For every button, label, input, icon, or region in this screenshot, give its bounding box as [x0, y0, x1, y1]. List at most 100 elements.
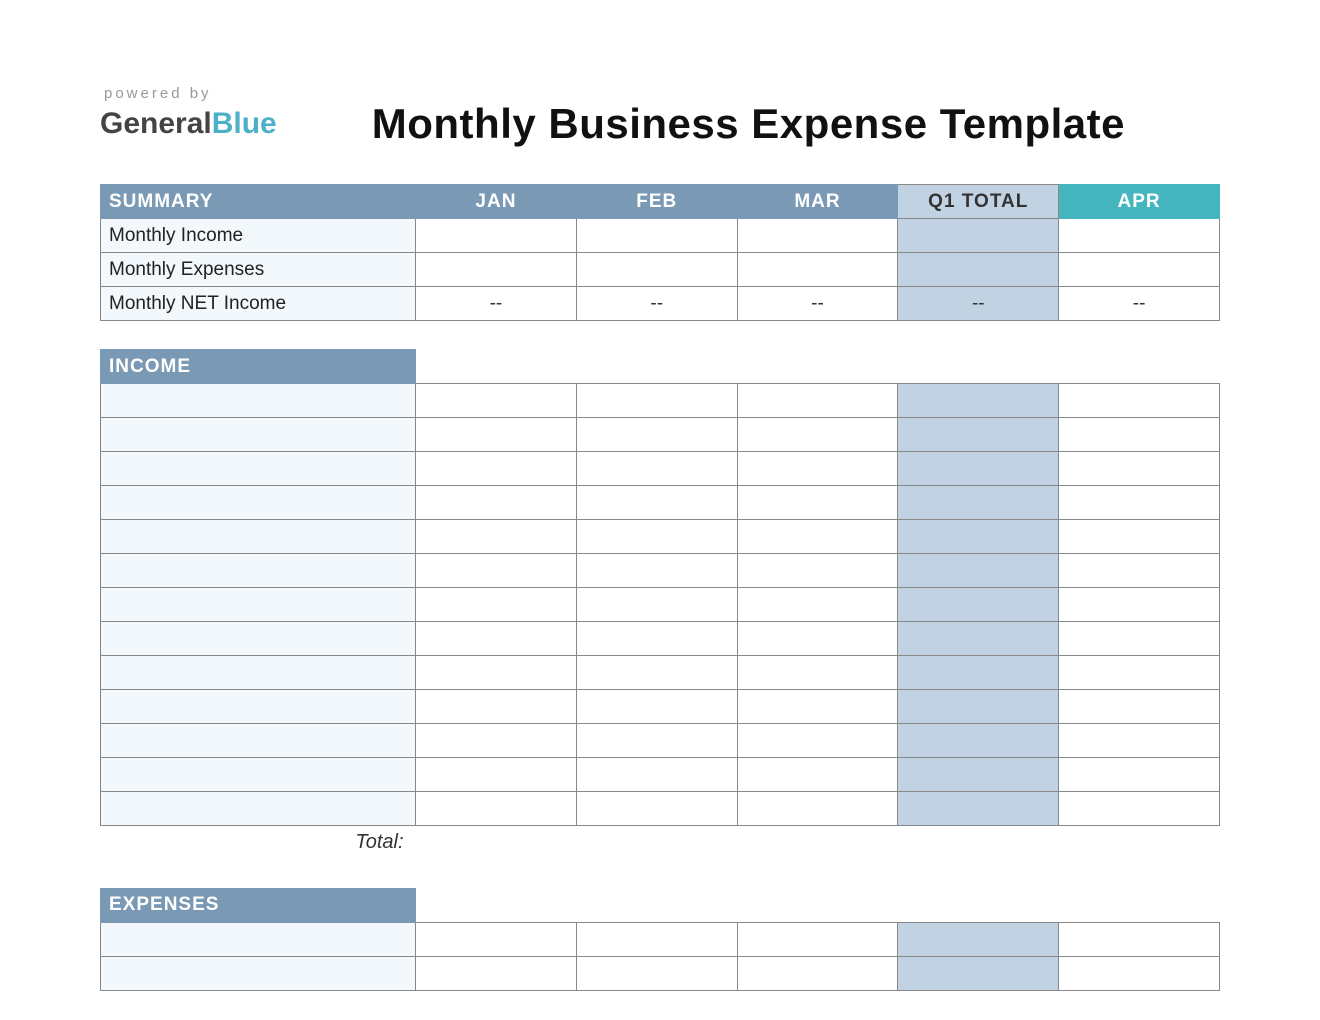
cell-apr[interactable]	[1059, 520, 1220, 554]
cell-jan[interactable]	[416, 554, 577, 588]
row-label[interactable]	[101, 486, 416, 520]
cell-feb[interactable]	[576, 690, 737, 724]
cell-jan[interactable]	[416, 956, 577, 990]
cell-feb[interactable]	[576, 956, 737, 990]
cell-feb[interactable]	[576, 622, 737, 656]
cell-apr[interactable]	[1059, 219, 1220, 253]
cell-jan[interactable]	[416, 588, 577, 622]
cell-apr[interactable]: --	[1059, 287, 1220, 321]
row-label[interactable]	[101, 384, 416, 418]
row-label[interactable]	[101, 656, 416, 690]
data-row	[101, 418, 1220, 452]
cell-feb[interactable]	[576, 554, 737, 588]
cell-feb[interactable]	[576, 384, 737, 418]
cell-apr[interactable]	[1059, 554, 1220, 588]
cell-mar[interactable]	[737, 656, 898, 690]
cell-feb[interactable]	[576, 418, 737, 452]
cell-feb[interactable]	[576, 253, 737, 287]
cell-feb[interactable]	[576, 792, 737, 826]
cell-mar[interactable]	[737, 588, 898, 622]
cell-mar[interactable]	[737, 690, 898, 724]
cell-mar[interactable]	[737, 418, 898, 452]
cell-feb[interactable]	[576, 588, 737, 622]
row-label[interactable]	[101, 724, 416, 758]
cell-apr[interactable]	[1059, 486, 1220, 520]
income-total-row: Total:	[101, 826, 1220, 860]
cell-jan[interactable]	[416, 724, 577, 758]
cell-mar[interactable]	[737, 554, 898, 588]
expenses-table: EXPENSES	[100, 888, 1220, 991]
cell-apr[interactable]	[1059, 724, 1220, 758]
cell-mar[interactable]	[737, 520, 898, 554]
cell-apr[interactable]	[1059, 656, 1220, 690]
cell-mar[interactable]	[737, 724, 898, 758]
row-label[interactable]	[101, 956, 416, 990]
cell-jan[interactable]	[416, 486, 577, 520]
cell-mar[interactable]	[737, 922, 898, 956]
cell-feb[interactable]	[576, 656, 737, 690]
cell-jan[interactable]	[416, 253, 577, 287]
cell-jan[interactable]	[416, 792, 577, 826]
cell-mar[interactable]	[737, 622, 898, 656]
cell-jan[interactable]	[416, 219, 577, 253]
cell-jan[interactable]	[416, 690, 577, 724]
cell-jan[interactable]	[416, 656, 577, 690]
income-header-row: INCOME	[101, 350, 1220, 384]
data-row	[101, 792, 1220, 826]
summary-row: Monthly Expenses	[101, 253, 1220, 287]
cell-feb[interactable]	[576, 724, 737, 758]
cell-jan[interactable]	[416, 384, 577, 418]
cell-feb[interactable]	[576, 520, 737, 554]
row-label[interactable]	[101, 520, 416, 554]
cell-apr[interactable]	[1059, 452, 1220, 486]
row-label[interactable]	[101, 554, 416, 588]
cell-feb[interactable]	[576, 486, 737, 520]
cell-mar[interactable]	[737, 253, 898, 287]
cell-apr[interactable]	[1059, 253, 1220, 287]
row-label[interactable]	[101, 690, 416, 724]
cell-feb[interactable]	[576, 219, 737, 253]
cell-apr[interactable]	[1059, 956, 1220, 990]
cell-mar[interactable]	[737, 758, 898, 792]
row-label[interactable]	[101, 792, 416, 826]
data-row	[101, 956, 1220, 990]
cell-feb[interactable]: --	[576, 287, 737, 321]
cell-mar[interactable]: --	[737, 287, 898, 321]
cell-jan[interactable]	[416, 622, 577, 656]
cell-feb[interactable]	[576, 452, 737, 486]
row-label[interactable]	[101, 922, 416, 956]
cell-jan[interactable]	[416, 758, 577, 792]
cell-mar[interactable]	[737, 792, 898, 826]
cell-q1	[898, 384, 1059, 418]
cell-mar[interactable]	[737, 384, 898, 418]
blank	[416, 350, 577, 384]
cell-mar[interactable]	[737, 219, 898, 253]
cell-apr[interactable]	[1059, 922, 1220, 956]
cell-q1	[898, 656, 1059, 690]
cell-mar[interactable]	[737, 956, 898, 990]
cell-apr[interactable]	[1059, 758, 1220, 792]
cell-jan[interactable]: --	[416, 287, 577, 321]
cell-apr[interactable]	[1059, 418, 1220, 452]
cell-jan[interactable]	[416, 520, 577, 554]
cell-mar[interactable]	[737, 452, 898, 486]
row-label[interactable]	[101, 622, 416, 656]
cell-apr[interactable]	[1059, 792, 1220, 826]
row-label[interactable]	[101, 418, 416, 452]
blank	[576, 888, 737, 922]
cell-feb[interactable]	[576, 758, 737, 792]
cell-apr[interactable]	[1059, 384, 1220, 418]
cell-feb[interactable]	[576, 922, 737, 956]
col-mar: MAR	[737, 185, 898, 219]
cell-jan[interactable]	[416, 452, 577, 486]
cell-jan[interactable]	[416, 418, 577, 452]
cell-q1	[898, 486, 1059, 520]
row-label[interactable]	[101, 452, 416, 486]
cell-apr[interactable]	[1059, 690, 1220, 724]
cell-apr[interactable]	[1059, 622, 1220, 656]
cell-apr[interactable]	[1059, 588, 1220, 622]
row-label[interactable]	[101, 588, 416, 622]
cell-mar[interactable]	[737, 486, 898, 520]
cell-jan[interactable]	[416, 922, 577, 956]
row-label[interactable]	[101, 758, 416, 792]
